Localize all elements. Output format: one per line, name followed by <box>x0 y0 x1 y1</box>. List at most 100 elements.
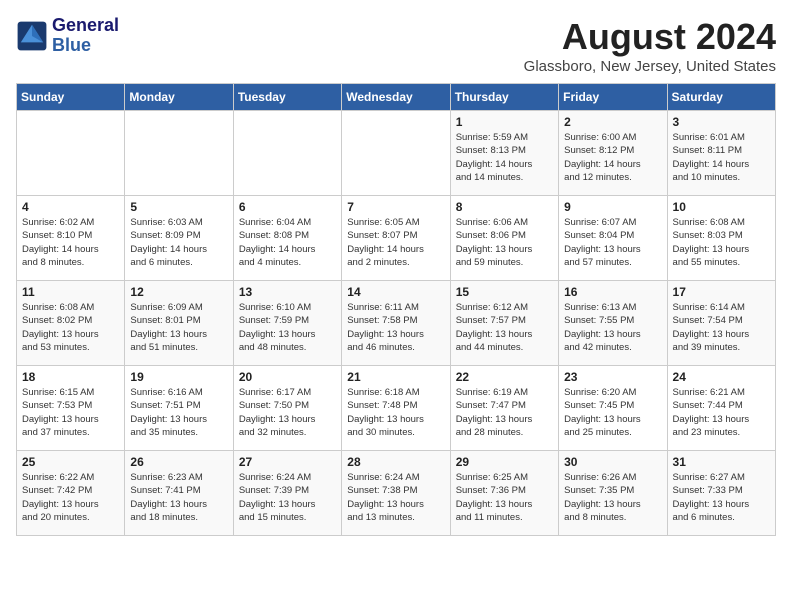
day-number: 29 <box>456 455 553 469</box>
title-section: August 2024 Glassboro, New Jersey, Unite… <box>524 16 776 75</box>
day-number: 12 <box>130 285 227 299</box>
weekday-header-thursday: Thursday <box>450 84 558 111</box>
day-number: 15 <box>456 285 553 299</box>
day-number: 14 <box>347 285 444 299</box>
day-number: 4 <box>22 200 119 214</box>
day-number: 17 <box>673 285 770 299</box>
logo-icon <box>16 20 48 52</box>
day-info: Sunrise: 6:24 AM Sunset: 7:38 PM Dayligh… <box>347 471 444 524</box>
calendar-cell: 19 Sunrise: 6:16 AM Sunset: 7:51 PM Dayli… <box>125 366 233 451</box>
day-number: 10 <box>673 200 770 214</box>
calendar-cell: 6 Sunrise: 6:04 AM Sunset: 8:08 PM Daylig… <box>233 196 341 281</box>
day-info: Sunrise: 6:01 AM Sunset: 8:11 PM Dayligh… <box>673 131 770 184</box>
weekday-header-monday: Monday <box>125 84 233 111</box>
day-info: Sunrise: 6:06 AM Sunset: 8:06 PM Dayligh… <box>456 216 553 269</box>
day-info: Sunrise: 6:23 AM Sunset: 7:41 PM Dayligh… <box>130 471 227 524</box>
calendar-cell: 14 Sunrise: 6:11 AM Sunset: 7:58 PM Dayli… <box>342 281 450 366</box>
calendar-cell: 2Sunrise: 6:00 AM Sunset: 8:12 PM Daylig… <box>559 111 667 196</box>
day-number: 7 <box>347 200 444 214</box>
day-number: 9 <box>564 200 661 214</box>
calendar-cell: 22Sunrise: 6:19 AM Sunset: 7:47 PM Dayli… <box>450 366 558 451</box>
weekday-header-friday: Friday <box>559 84 667 111</box>
day-info: Sunrise: 6:09 AM Sunset: 8:01 PM Dayligh… <box>130 301 227 354</box>
day-number: 18 <box>22 370 119 384</box>
day-number: 3 <box>673 115 770 129</box>
logo-text: GeneralBlue <box>52 16 119 56</box>
day-info: Sunrise: 6:11 AM Sunset: 7:58 PM Dayligh… <box>347 301 444 354</box>
day-number: 27 <box>239 455 336 469</box>
page-header: GeneralBlue August 2024 Glassboro, New J… <box>16 16 776 75</box>
day-number: 20 <box>239 370 336 384</box>
weekday-header-wednesday: Wednesday <box>342 84 450 111</box>
day-info: Sunrise: 6:10 AM Sunset: 7:59 PM Dayligh… <box>239 301 336 354</box>
day-info: Sunrise: 6:16 AM Sunset: 7:51 PM Dayligh… <box>130 386 227 439</box>
day-info: Sunrise: 6:13 AM Sunset: 7:55 PM Dayligh… <box>564 301 661 354</box>
calendar-cell: 10 Sunrise: 6:08 AM Sunset: 8:03 PM Dayli… <box>667 196 775 281</box>
day-info: Sunrise: 6:22 AM Sunset: 7:42 PM Dayligh… <box>22 471 119 524</box>
day-number: 8 <box>456 200 553 214</box>
calendar-cell: 21Sunrise: 6:18 AM Sunset: 7:48 PM Dayli… <box>342 366 450 451</box>
calendar-cell <box>233 111 341 196</box>
day-number: 31 <box>673 455 770 469</box>
calendar-cell: 24 Sunrise: 6:21 AM Sunset: 7:44 PM Dayli… <box>667 366 775 451</box>
day-info: Sunrise: 6:12 AM Sunset: 7:57 PM Dayligh… <box>456 301 553 354</box>
calendar-cell: 27Sunrise: 6:24 AM Sunset: 7:39 PM Dayli… <box>233 451 341 536</box>
calendar-cell: 13 Sunrise: 6:10 AM Sunset: 7:59 PM Dayli… <box>233 281 341 366</box>
calendar-week-row: 11 Sunrise: 6:08 AM Sunset: 8:02 PM Dayli… <box>17 281 776 366</box>
day-number: 5 <box>130 200 227 214</box>
calendar-cell: 28 Sunrise: 6:24 AM Sunset: 7:38 PM Dayli… <box>342 451 450 536</box>
calendar-cell: 3 Sunrise: 6:01 AM Sunset: 8:11 PM Daylig… <box>667 111 775 196</box>
day-info: Sunrise: 6:07 AM Sunset: 8:04 PM Dayligh… <box>564 216 661 269</box>
calendar-cell: 9 Sunrise: 6:07 AM Sunset: 8:04 PM Daylig… <box>559 196 667 281</box>
calendar-cell: 8 Sunrise: 6:06 AM Sunset: 8:06 PM Daylig… <box>450 196 558 281</box>
day-number: 25 <box>22 455 119 469</box>
day-info: Sunrise: 6:15 AM Sunset: 7:53 PM Dayligh… <box>22 386 119 439</box>
calendar-cell: 23Sunrise: 6:20 AM Sunset: 7:45 PM Dayli… <box>559 366 667 451</box>
calendar-cell: 12 Sunrise: 6:09 AM Sunset: 8:01 PM Dayli… <box>125 281 233 366</box>
day-number: 24 <box>673 370 770 384</box>
calendar-cell: 29Sunrise: 6:25 AM Sunset: 7:36 PM Dayli… <box>450 451 558 536</box>
weekday-header-saturday: Saturday <box>667 84 775 111</box>
day-info: Sunrise: 6:21 AM Sunset: 7:44 PM Dayligh… <box>673 386 770 439</box>
day-number: 23 <box>564 370 661 384</box>
weekday-header-sunday: Sunday <box>17 84 125 111</box>
calendar-cell: 16 Sunrise: 6:13 AM Sunset: 7:55 PM Dayli… <box>559 281 667 366</box>
day-number: 26 <box>130 455 227 469</box>
day-info: Sunrise: 6:08 AM Sunset: 8:02 PM Dayligh… <box>22 301 119 354</box>
calendar-cell: 26 Sunrise: 6:23 AM Sunset: 7:41 PM Dayli… <box>125 451 233 536</box>
calendar-cell: 11 Sunrise: 6:08 AM Sunset: 8:02 PM Dayli… <box>17 281 125 366</box>
day-info: Sunrise: 6:27 AM Sunset: 7:33 PM Dayligh… <box>673 471 770 524</box>
calendar-cell: 4 Sunrise: 6:02 AM Sunset: 8:10 PM Daylig… <box>17 196 125 281</box>
day-number: 1 <box>456 115 553 129</box>
calendar-cell: 1Sunrise: 5:59 AM Sunset: 8:13 PM Daylig… <box>450 111 558 196</box>
day-info: Sunrise: 6:02 AM Sunset: 8:10 PM Dayligh… <box>22 216 119 269</box>
day-info: Sunrise: 6:14 AM Sunset: 7:54 PM Dayligh… <box>673 301 770 354</box>
calendar-cell <box>17 111 125 196</box>
day-number: 13 <box>239 285 336 299</box>
calendar-cell <box>342 111 450 196</box>
day-info: Sunrise: 6:26 AM Sunset: 7:35 PM Dayligh… <box>564 471 661 524</box>
calendar-cell: 25 Sunrise: 6:22 AM Sunset: 7:42 PM Dayli… <box>17 451 125 536</box>
day-number: 28 <box>347 455 444 469</box>
calendar-cell: 7 Sunrise: 6:05 AM Sunset: 8:07 PM Daylig… <box>342 196 450 281</box>
day-info: Sunrise: 6:05 AM Sunset: 8:07 PM Dayligh… <box>347 216 444 269</box>
day-number: 2 <box>564 115 661 129</box>
day-info: Sunrise: 6:03 AM Sunset: 8:09 PM Dayligh… <box>130 216 227 269</box>
day-info: Sunrise: 6:04 AM Sunset: 8:08 PM Dayligh… <box>239 216 336 269</box>
calendar-table: SundayMondayTuesdayWednesdayThursdayFrid… <box>16 83 776 536</box>
calendar-cell: 31 Sunrise: 6:27 AM Sunset: 7:33 PM Dayli… <box>667 451 775 536</box>
day-number: 16 <box>564 285 661 299</box>
location-title: Glassboro, New Jersey, United States <box>524 58 776 75</box>
weekday-header-tuesday: Tuesday <box>233 84 341 111</box>
calendar-week-row: 25 Sunrise: 6:22 AM Sunset: 7:42 PM Dayli… <box>17 451 776 536</box>
day-number: 19 <box>130 370 227 384</box>
day-number: 6 <box>239 200 336 214</box>
calendar-cell: 5 Sunrise: 6:03 AM Sunset: 8:09 PM Daylig… <box>125 196 233 281</box>
calendar-week-row: 18 Sunrise: 6:15 AM Sunset: 7:53 PM Dayli… <box>17 366 776 451</box>
day-number: 11 <box>22 285 119 299</box>
day-info: Sunrise: 6:17 AM Sunset: 7:50 PM Dayligh… <box>239 386 336 439</box>
day-info: Sunrise: 6:19 AM Sunset: 7:47 PM Dayligh… <box>456 386 553 439</box>
day-info: Sunrise: 6:08 AM Sunset: 8:03 PM Dayligh… <box>673 216 770 269</box>
calendar-cell: 18 Sunrise: 6:15 AM Sunset: 7:53 PM Dayli… <box>17 366 125 451</box>
calendar-cell <box>125 111 233 196</box>
